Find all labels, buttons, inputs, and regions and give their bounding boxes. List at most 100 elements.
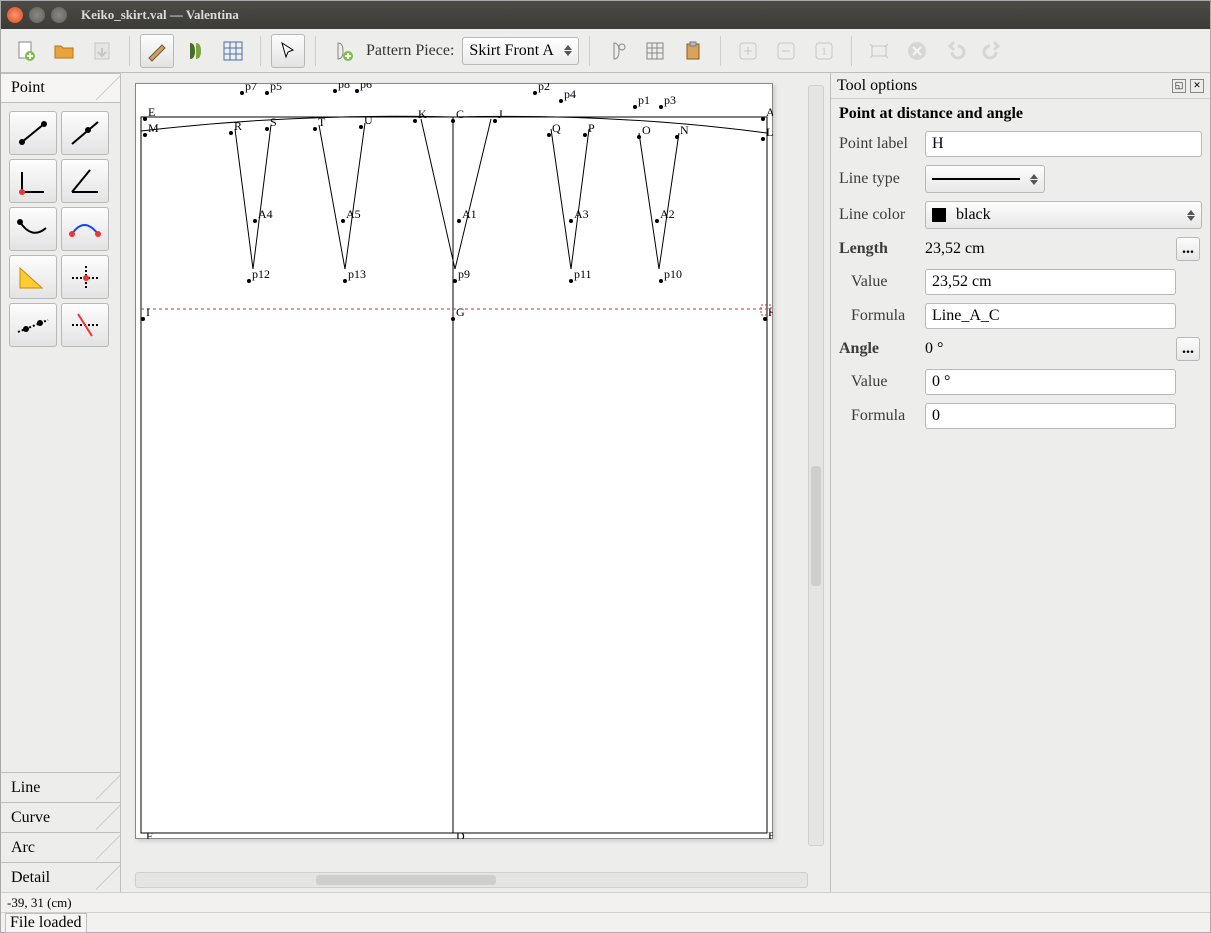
point-label-A1[interactable]: A1 [462, 207, 477, 221]
drawing-svg[interactable]: EMp7 p5 R Sp8 p6 T U K C Jp2 p4 Q Pp1 p3 O N AL A4 A5 A1 A3 A… [135, 83, 773, 839]
point-label-p13[interactable]: p13 [348, 267, 366, 281]
zoom-fit-button[interactable] [862, 34, 896, 68]
point-label-p6[interactable]: p6 [360, 83, 372, 91]
point-label-p2[interactable]: p2 [538, 83, 550, 93]
tool-bisector[interactable] [61, 159, 109, 203]
vertical-scrollbar[interactable] [808, 85, 824, 846]
point-label-A[interactable]: A [766, 105, 773, 119]
toolbox-tab-arc[interactable]: Arc [1, 832, 120, 862]
length-formula-button[interactable]: ... [1176, 237, 1200, 261]
point-label-K[interactable]: K [418, 107, 427, 121]
tool-point-of-contact[interactable] [61, 207, 109, 251]
tool-normal[interactable] [9, 159, 57, 203]
tool-shoulder[interactable] [9, 207, 57, 251]
point-label-G[interactable]: G [456, 305, 465, 319]
point-label-L[interactable]: L [766, 125, 773, 139]
point-label-p10[interactable]: p10 [664, 267, 682, 281]
point-label-p3[interactable]: p3 [664, 93, 676, 107]
tool-along-line[interactable] [61, 111, 109, 155]
layout-mode-button[interactable] [216, 34, 250, 68]
app-window: Keiko_skirt.val — Valentina Pattern Piec… [0, 0, 1211, 933]
zoom-in-button[interactable] [731, 34, 765, 68]
label-length-formula: Formula [839, 307, 925, 325]
point-label-J[interactable]: J [498, 107, 503, 121]
input-angle-formula[interactable]: 0 [925, 403, 1176, 429]
point-label-p1[interactable]: p1 [638, 93, 650, 107]
tool-line-intersect-axis[interactable] [61, 303, 109, 347]
tool-triangle[interactable] [9, 255, 57, 299]
point-label-p5[interactable]: p5 [270, 83, 282, 93]
toolbox-tab-point[interactable]: Point [1, 73, 120, 103]
point-label-p9[interactable]: p9 [458, 267, 470, 281]
point-label-N[interactable]: N [680, 123, 689, 137]
point-label-R[interactable]: R [234, 119, 242, 133]
pointer-tool-button[interactable] [271, 34, 305, 68]
point-label-A5[interactable]: A5 [346, 207, 361, 221]
input-length-formula[interactable]: Line_A_C [925, 303, 1176, 329]
label-length: Length [839, 240, 925, 258]
pattern-piece-options-button[interactable] [600, 34, 634, 68]
point-label-p12[interactable]: p12 [252, 267, 270, 281]
input-point-label[interactable]: H [925, 131, 1202, 157]
point-label-A3[interactable]: A3 [574, 207, 589, 221]
point-label-P[interactable]: P [588, 121, 595, 135]
clipboard-button[interactable] [676, 34, 710, 68]
undo-button[interactable] [938, 34, 972, 68]
point-label-B[interactable]: B [768, 829, 773, 839]
point-label-I[interactable]: I [146, 305, 150, 319]
input-angle-value[interactable]: 0 ° [925, 369, 1176, 395]
detail-mode-button[interactable] [178, 34, 212, 68]
status-message: File loaded [5, 913, 87, 933]
toolbox-tab-line[interactable]: Line [1, 772, 120, 802]
point-label-F[interactable]: F [146, 829, 153, 839]
point-label-M[interactable]: M [148, 121, 159, 135]
point-label-T[interactable]: T [318, 115, 326, 129]
select-line-type[interactable] [925, 165, 1045, 193]
point-label-S[interactable]: S [270, 115, 277, 129]
tool-segment[interactable] [9, 111, 57, 155]
tool-point-intersection[interactable] [61, 255, 109, 299]
zoom-out-button[interactable] [769, 34, 803, 68]
new-pattern-piece-button[interactable] [326, 34, 360, 68]
point-label-p8[interactable]: p8 [338, 83, 350, 91]
point-label-E[interactable]: E [148, 105, 155, 119]
point-label-p11[interactable]: p11 [574, 267, 592, 281]
new-file-button[interactable] [9, 34, 43, 68]
panel-close-icon[interactable]: ✕ [1190, 79, 1204, 93]
panel-float-icon[interactable]: ◱ [1172, 79, 1186, 93]
canvas-viewport[interactable]: EMp7 p5 R Sp8 p6 T U K C Jp2 p4 Q Pp1 p3 O N AL A4 A5 A1 A3 A… [127, 79, 824, 870]
window-minimize-button[interactable] [29, 7, 45, 23]
window-close-button[interactable] [7, 7, 23, 23]
point-label-p7[interactable]: p7 [245, 83, 257, 93]
draw-mode-button[interactable] [140, 34, 174, 68]
label-point-label: Point label [839, 135, 925, 153]
point-label-C[interactable]: C [456, 107, 464, 121]
point-label-D[interactable]: D [456, 829, 465, 839]
tool-cut-spline[interactable] [9, 303, 57, 347]
panel-title: Tool options [837, 77, 917, 95]
horizontal-scrollbar[interactable] [135, 872, 808, 888]
zoom-original-button[interactable]: 1 [807, 34, 841, 68]
toolbox-tab-detail[interactable]: Detail [1, 862, 120, 892]
angle-formula-button[interactable]: ... [1176, 337, 1200, 361]
open-file-button[interactable] [47, 34, 81, 68]
tool-options-panel: Tool options ◱ ✕ Point at distance and a… [830, 73, 1210, 892]
point-label-A4[interactable]: A4 [258, 207, 273, 221]
select-line-color[interactable]: black [925, 201, 1202, 229]
save-file-button[interactable] [85, 34, 119, 68]
window-maximize-button[interactable] [51, 7, 67, 23]
redo-button[interactable] [976, 34, 1010, 68]
point-label-Q[interactable]: Q [552, 121, 561, 135]
stop-button[interactable] [900, 34, 934, 68]
point-label-U[interactable]: U [364, 113, 373, 127]
toolbox-tab-curve[interactable]: Curve [1, 802, 120, 832]
pattern-piece-select[interactable]: Skirt Front A [462, 37, 578, 65]
point-label-O[interactable]: O [642, 123, 651, 137]
point-label-p4[interactable]: p4 [564, 87, 576, 101]
input-length-value[interactable]: 23,52 cm [925, 269, 1176, 295]
tool-title: Point at distance and angle [831, 99, 1210, 129]
window-title: Keiko_skirt.val — Valentina [81, 7, 239, 23]
coords-readout: -39, 31 (cm) [1, 892, 1210, 912]
table-button[interactable] [638, 34, 672, 68]
point-label-A2[interactable]: A2 [660, 207, 675, 221]
